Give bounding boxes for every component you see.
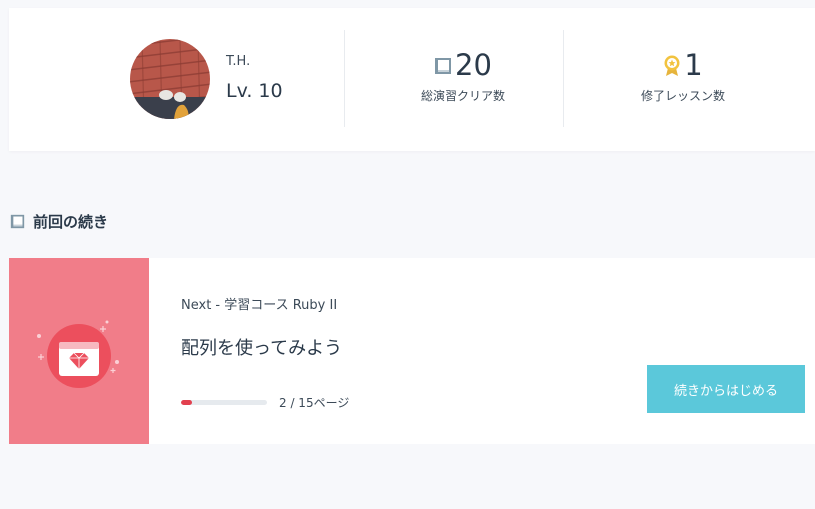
user-level: Lv. 10	[226, 80, 283, 102]
book-icon	[435, 58, 452, 74]
divider	[563, 30, 564, 127]
avatar[interactable]	[130, 39, 210, 119]
ruby-gem-icon	[37, 320, 119, 388]
avatar-image	[130, 39, 210, 119]
progress-bar-fill	[181, 400, 193, 405]
progress-text: 2 / 15ページ	[279, 396, 350, 410]
continue-card[interactable]: Next - 学習コース Ruby II 配列を使ってみよう 2 / 15ページ…	[9, 258, 815, 444]
exercises-cleared-stat: 20 総演習クリア数	[363, 48, 563, 104]
section-title: 前回の続き	[33, 213, 109, 231]
continue-button[interactable]: 続きからはじめる	[647, 365, 805, 413]
exercises-cleared-label: 総演習クリア数	[420, 89, 505, 103]
progress-bar	[181, 400, 267, 405]
medal-icon	[664, 55, 680, 76]
profile-card: T.H. Lv. 10 20 総演習クリア数 1 修了レッスン数	[9, 8, 815, 151]
book-icon	[10, 214, 25, 229]
course-name: Next - 学習コース Ruby II	[181, 298, 338, 313]
lessons-completed-count: 1	[684, 48, 703, 82]
lessons-completed-label: 修了レッスン数	[640, 89, 725, 103]
lesson-title[interactable]: 配列を使ってみよう	[181, 334, 342, 360]
lessons-completed-stat: 1 修了レッスン数	[583, 48, 783, 104]
user-name: T.H.	[226, 54, 251, 69]
section-heading: 前回の続き	[10, 211, 108, 232]
divider	[344, 30, 345, 127]
lesson-thumbnail[interactable]	[9, 258, 149, 444]
exercises-cleared-count: 20	[455, 48, 492, 82]
